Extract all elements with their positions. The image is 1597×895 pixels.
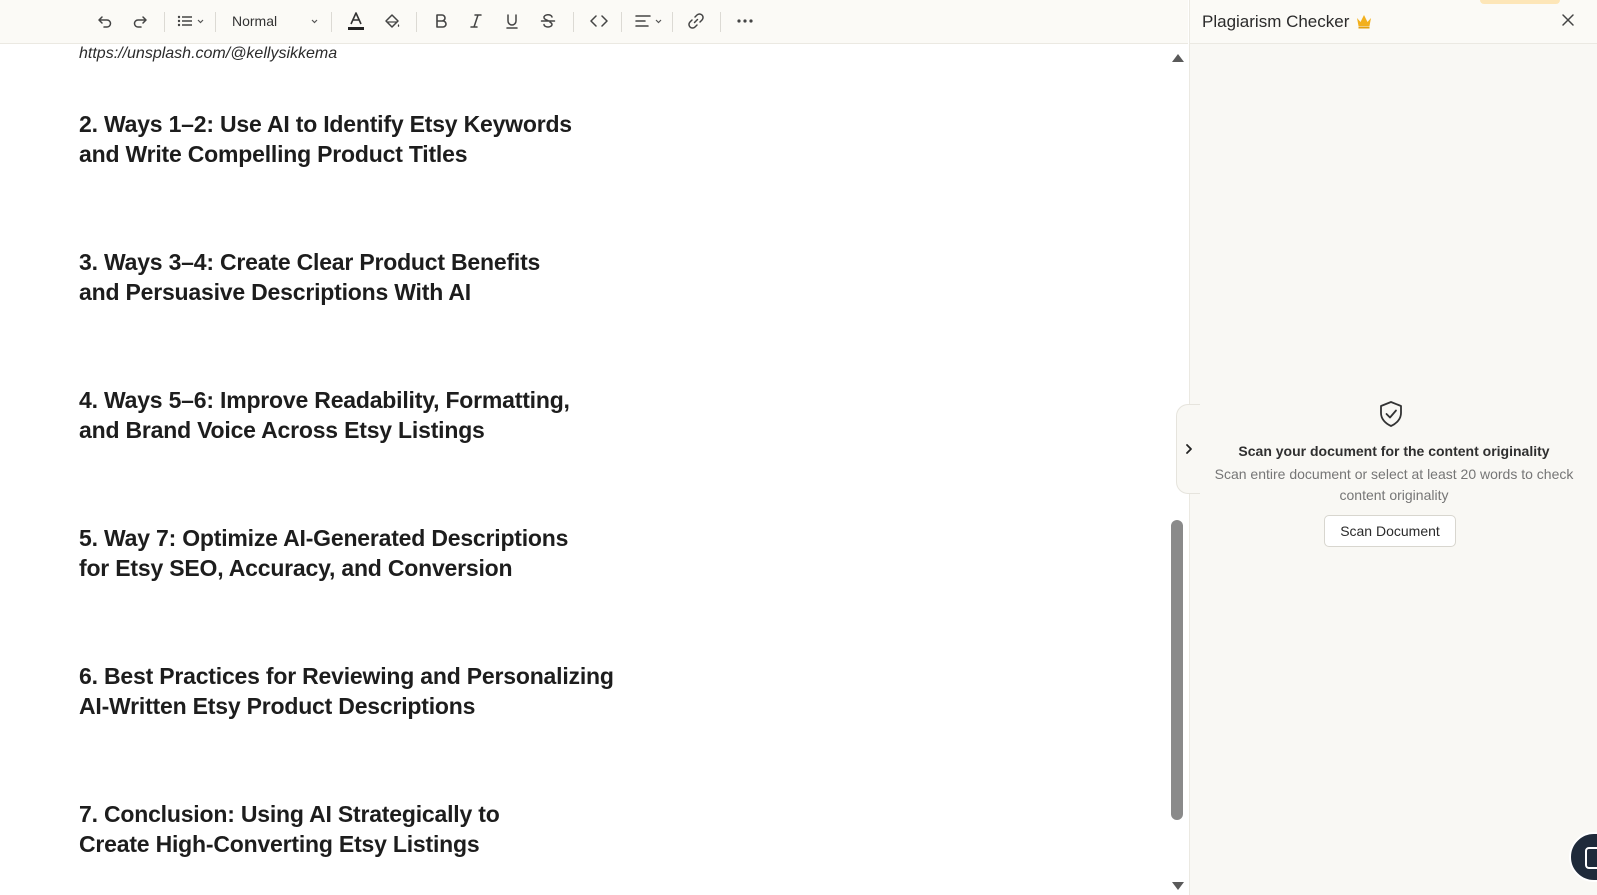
strikethrough-icon <box>540 14 556 28</box>
heading-line: 3. Ways 3–4: Create Clear Product Benefi… <box>79 249 541 275</box>
scroll-up-arrow-icon[interactable] <box>1172 54 1184 62</box>
toolbar-divider <box>164 12 165 32</box>
empty-state-title: Scan your document for the content origi… <box>1238 443 1550 459</box>
chevron-down-icon <box>311 19 318 23</box>
strikethrough-button[interactable] <box>536 8 560 34</box>
heading-ways-1-2[interactable]: 2. Ways 1–2: Use AI to Identify Etsy Key… <box>79 109 679 169</box>
heading-line: 6. Best Practices for Reviewing and Pers… <box>79 663 614 689</box>
heading-line: Create High-Converting Etsy Listings <box>79 831 480 857</box>
italic-button[interactable] <box>464 8 488 34</box>
heading-line: and Brand Voice Across Etsy Listings <box>79 417 485 443</box>
text-style-value: Normal <box>232 13 278 29</box>
heading-line: AI-Written Etsy Product Descriptions <box>79 693 476 719</box>
more-icon <box>737 19 753 23</box>
toolbar-divider <box>672 12 673 32</box>
toolbar-divider <box>720 12 721 32</box>
toolbar-divider <box>215 12 216 32</box>
more-options-button[interactable] <box>732 8 758 34</box>
heading-line: 7. Conclusion: Using AI Strategically to <box>79 801 500 827</box>
align-dropdown[interactable] <box>632 8 664 34</box>
panel-header: Plagiarism Checker <box>1190 0 1597 44</box>
toolbar-divider <box>416 12 417 32</box>
highlight-button[interactable] <box>380 8 404 34</box>
underline-icon <box>506 14 518 29</box>
code-icon <box>590 15 608 27</box>
top-accent-strip <box>1480 0 1560 4</box>
list-dropdown[interactable] <box>174 8 206 34</box>
link-button[interactable] <box>683 8 709 34</box>
heading-line: 5. Way 7: Optimize AI-Generated Descript… <box>79 525 569 551</box>
editor-toolbar: Normal <box>0 0 1188 44</box>
underline-button[interactable] <box>500 8 524 34</box>
chevron-down-icon <box>655 19 661 23</box>
heading-line: and Persuasive Descriptions With AI <box>79 279 471 305</box>
highlight-icon <box>385 14 400 28</box>
heading-conclusion[interactable]: 7. Conclusion: Using AI Strategically to… <box>79 799 679 859</box>
redo-icon <box>133 16 147 28</box>
heading-ways-3-4[interactable]: 3. Ways 3–4: Create Clear Product Benefi… <box>79 247 679 307</box>
toolbar-divider <box>331 12 332 32</box>
bulleted-list-icon <box>177 15 192 27</box>
chevron-down-icon <box>197 19 203 23</box>
panel-title: Plagiarism Checker <box>1202 12 1350 31</box>
bold-icon <box>436 14 447 28</box>
plagiarism-checker-panel: Plagiarism Checker Scan your document fo… <box>1176 0 1597 895</box>
scrollbar-thumb[interactable] <box>1171 520 1183 820</box>
heading-line: 2. Ways 1–2: Use AI to Identify Etsy Key… <box>79 111 572 137</box>
heading-line: 4. Ways 5–6: Improve Readability, Format… <box>79 387 570 413</box>
link-icon <box>688 13 704 29</box>
empty-state-description: Scan entire document or select at least … <box>1214 466 1574 503</box>
heading-line: for Etsy SEO, Accuracy, and Conversion <box>79 555 513 581</box>
undo-icon <box>98 16 112 28</box>
heading-line: and Write Compelling Product Titles <box>79 141 468 167</box>
document-editor[interactable]: https://unsplash.com/@kellysikkema 2. Wa… <box>0 44 1165 895</box>
heading-way-7[interactable]: 5. Way 7: Optimize AI-Generated Descript… <box>79 523 679 583</box>
close-icon[interactable] <box>1560 12 1576 28</box>
shield-check-icon <box>1380 401 1402 427</box>
text-color-button[interactable] <box>344 8 368 34</box>
text-style-select[interactable]: Normal <box>232 8 318 34</box>
redo-button[interactable] <box>128 8 152 34</box>
code-button[interactable] <box>586 8 612 34</box>
bold-button[interactable] <box>429 8 453 34</box>
crown-icon <box>1357 15 1371 29</box>
align-icon <box>634 15 651 27</box>
undo-button[interactable] <box>93 8 117 34</box>
image-credit-link[interactable]: https://unsplash.com/@kellysikkema <box>79 45 337 63</box>
toolbar-divider <box>621 12 622 32</box>
text-color-icon <box>348 12 364 30</box>
heading-best-practices[interactable]: 6. Best Practices for Reviewing and Pers… <box>79 661 719 721</box>
italic-icon <box>470 14 482 28</box>
scan-document-button[interactable]: Scan Document <box>1324 515 1456 547</box>
heading-ways-5-6[interactable]: 4. Ways 5–6: Improve Readability, Format… <box>79 385 679 445</box>
toolbar-divider <box>573 12 574 32</box>
scroll-down-arrow-icon[interactable] <box>1172 882 1184 890</box>
